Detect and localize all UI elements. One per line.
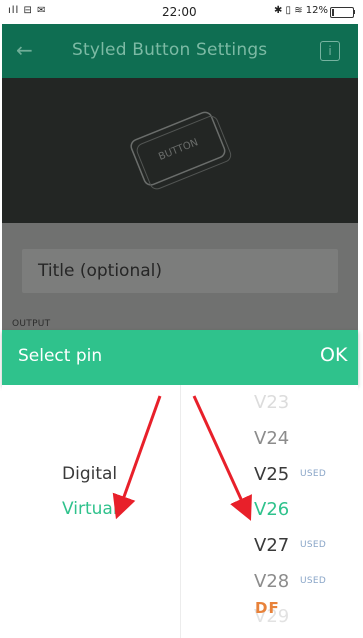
type-option-virtual[interactable]: Virtual — [62, 499, 118, 519]
page-title: Styled Button Settings — [72, 40, 268, 60]
picker-divider — [180, 385, 181, 638]
pin-option[interactable]: V28 — [254, 571, 289, 592]
info-button[interactable]: i — [320, 41, 340, 61]
select-pin-bar: Select pin OK — [2, 330, 358, 385]
ok-button[interactable]: OK — [320, 344, 347, 366]
button-illustration-icon: BUTTON — [130, 111, 232, 190]
watermark: DF — [255, 599, 280, 617]
title-placeholder: Title (optional) — [38, 261, 162, 281]
select-pin-label: Select pin — [18, 346, 103, 366]
pin-option-selected[interactable]: V26 — [254, 499, 289, 520]
status-bar: ıll ⊟ ✉ 22:00 ✱ ▯ ≋ 12% — [0, 0, 363, 24]
status-icons: ✱ ▯ ≋ 12% — [274, 5, 329, 16]
pin-option[interactable]: V25 — [254, 464, 289, 485]
used-badge: USED — [300, 576, 327, 586]
pin-option[interactable]: V27 — [254, 535, 289, 556]
settings-form: Title (optional) OUTPUT — [2, 223, 358, 333]
title-field[interactable]: Title (optional) — [22, 249, 338, 293]
type-option-digital[interactable]: Digital — [62, 464, 117, 484]
used-badge: USED — [300, 540, 327, 550]
battery-icon — [330, 7, 354, 18]
battery-tip — [353, 10, 355, 14]
app-header: ← Styled Button Settings i — [2, 24, 358, 78]
button-illustration-label: BUTTON — [157, 137, 200, 163]
widget-preview: BUTTON — [2, 78, 358, 223]
output-label: OUTPUT — [12, 319, 51, 329]
back-arrow-icon[interactable]: ← — [16, 38, 33, 62]
signal-icon: ıll ⊟ ✉ — [8, 5, 47, 16]
battery-level — [332, 9, 334, 16]
used-badge: USED — [300, 469, 327, 479]
status-time: 22:00 — [162, 5, 197, 19]
pin-option[interactable]: V23 — [254, 392, 289, 413]
pin-option[interactable]: V24 — [254, 428, 289, 449]
